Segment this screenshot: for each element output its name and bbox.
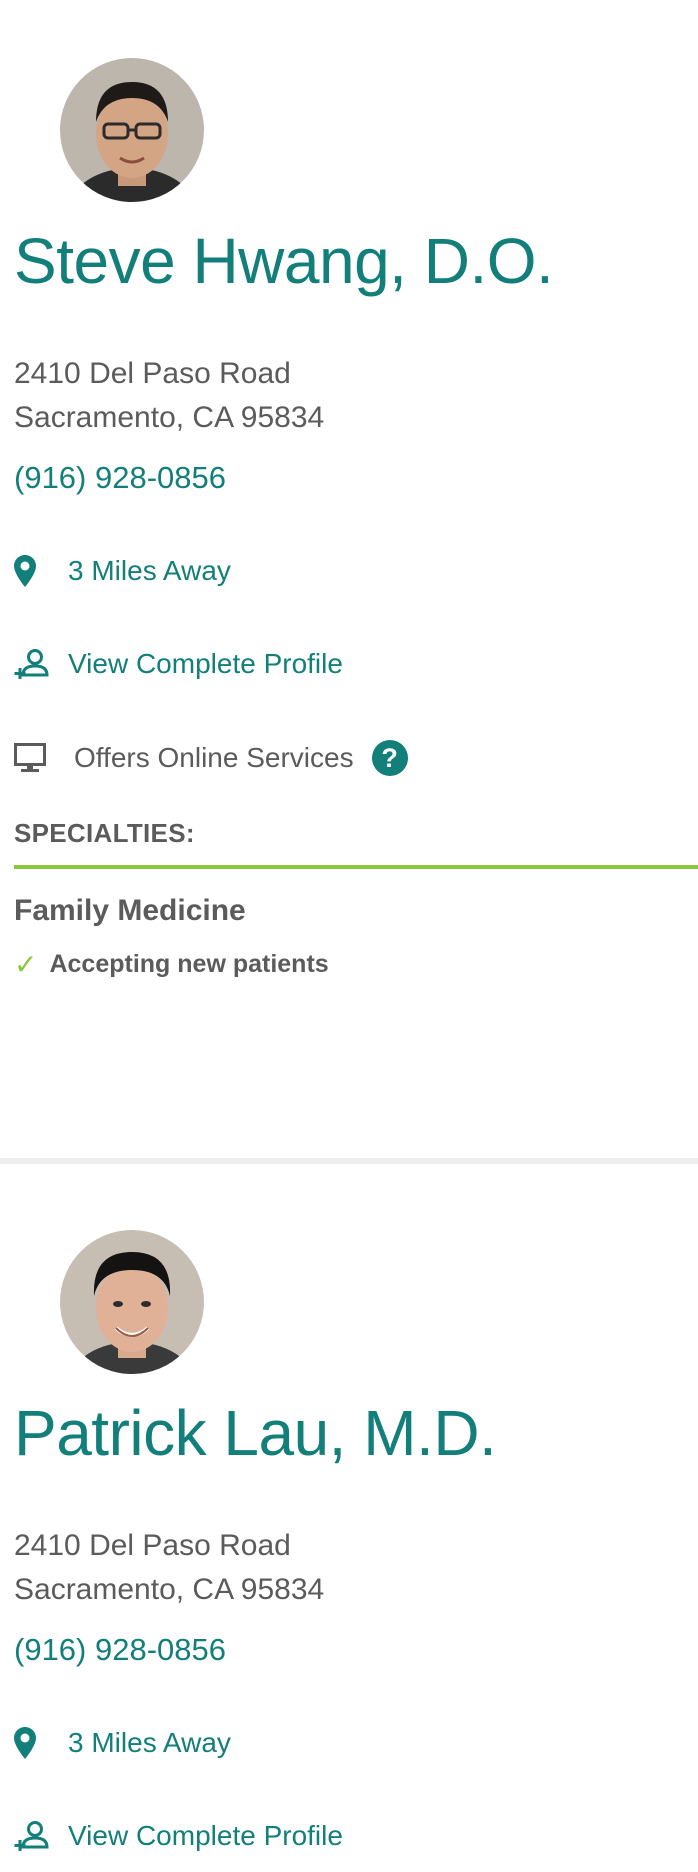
add-user-icon: [14, 1820, 50, 1852]
question-circle-icon[interactable]: ?: [371, 740, 408, 776]
accepting-label: Accepting new patients: [49, 950, 329, 978]
distance-label: 3 Miles Away: [68, 555, 231, 586]
view-profile-link[interactable]: View Complete Profile: [14, 648, 343, 680]
avatar-photo: [60, 1230, 204, 1374]
provider-phone-link[interactable]: (916) 928-0856: [14, 460, 226, 496]
provider-avatar[interactable]: [60, 1230, 204, 1374]
view-profile-label: View Complete Profile: [68, 648, 343, 679]
online-services-row: Offers Online Services ?: [14, 740, 408, 776]
avatar-photo: [60, 58, 204, 202]
address-line-1: 2410 Del Paso Road: [14, 357, 291, 390]
distance-row: 3 Miles Away: [14, 555, 231, 587]
provider-name[interactable]: Patrick Lau, M.D.: [14, 1396, 497, 1470]
monitor-icon: [14, 743, 48, 773]
provider-avatar[interactable]: [60, 58, 204, 202]
provider-address: 2410 Del Paso Road Sacramento, CA 95834: [14, 1524, 324, 1612]
view-profile-link[interactable]: View Complete Profile: [14, 1820, 343, 1852]
map-pin-icon: [14, 555, 38, 587]
provider-address: 2410 Del Paso Road Sacramento, CA 95834: [14, 352, 324, 440]
distance-row: 3 Miles Away: [14, 1727, 231, 1759]
address-line-2: Sacramento, CA 95834: [14, 1573, 325, 1606]
distance-label: 3 Miles Away: [68, 1727, 231, 1758]
address-line-2: Sacramento, CA 95834: [14, 401, 325, 434]
accepting-patients-status: ✓ Accepting new patients: [14, 948, 329, 981]
online-services-label: Offers Online Services: [74, 742, 354, 773]
view-profile-label: View Complete Profile: [68, 1820, 343, 1851]
map-pin-icon: [14, 1727, 38, 1759]
add-user-icon: [14, 648, 50, 680]
provider-phone-link[interactable]: (916) 928-0856: [14, 1632, 226, 1668]
checkmark-icon: ✓: [14, 949, 38, 980]
address-line-1: 2410 Del Paso Road: [14, 1529, 291, 1562]
provider-name[interactable]: Steve Hwang, D.O.: [14, 224, 554, 298]
provider-card: Patrick Lau, M.D. 2410 Del Paso Road Sac…: [0, 1158, 698, 1872]
provider-card: Steve Hwang, D.O. 2410 Del Paso Road Sac…: [0, 0, 698, 1158]
specialties-divider: [14, 865, 698, 869]
specialties-heading: SPECIALTIES:: [14, 818, 195, 848]
specialty-name: Family Medicine: [14, 894, 246, 927]
